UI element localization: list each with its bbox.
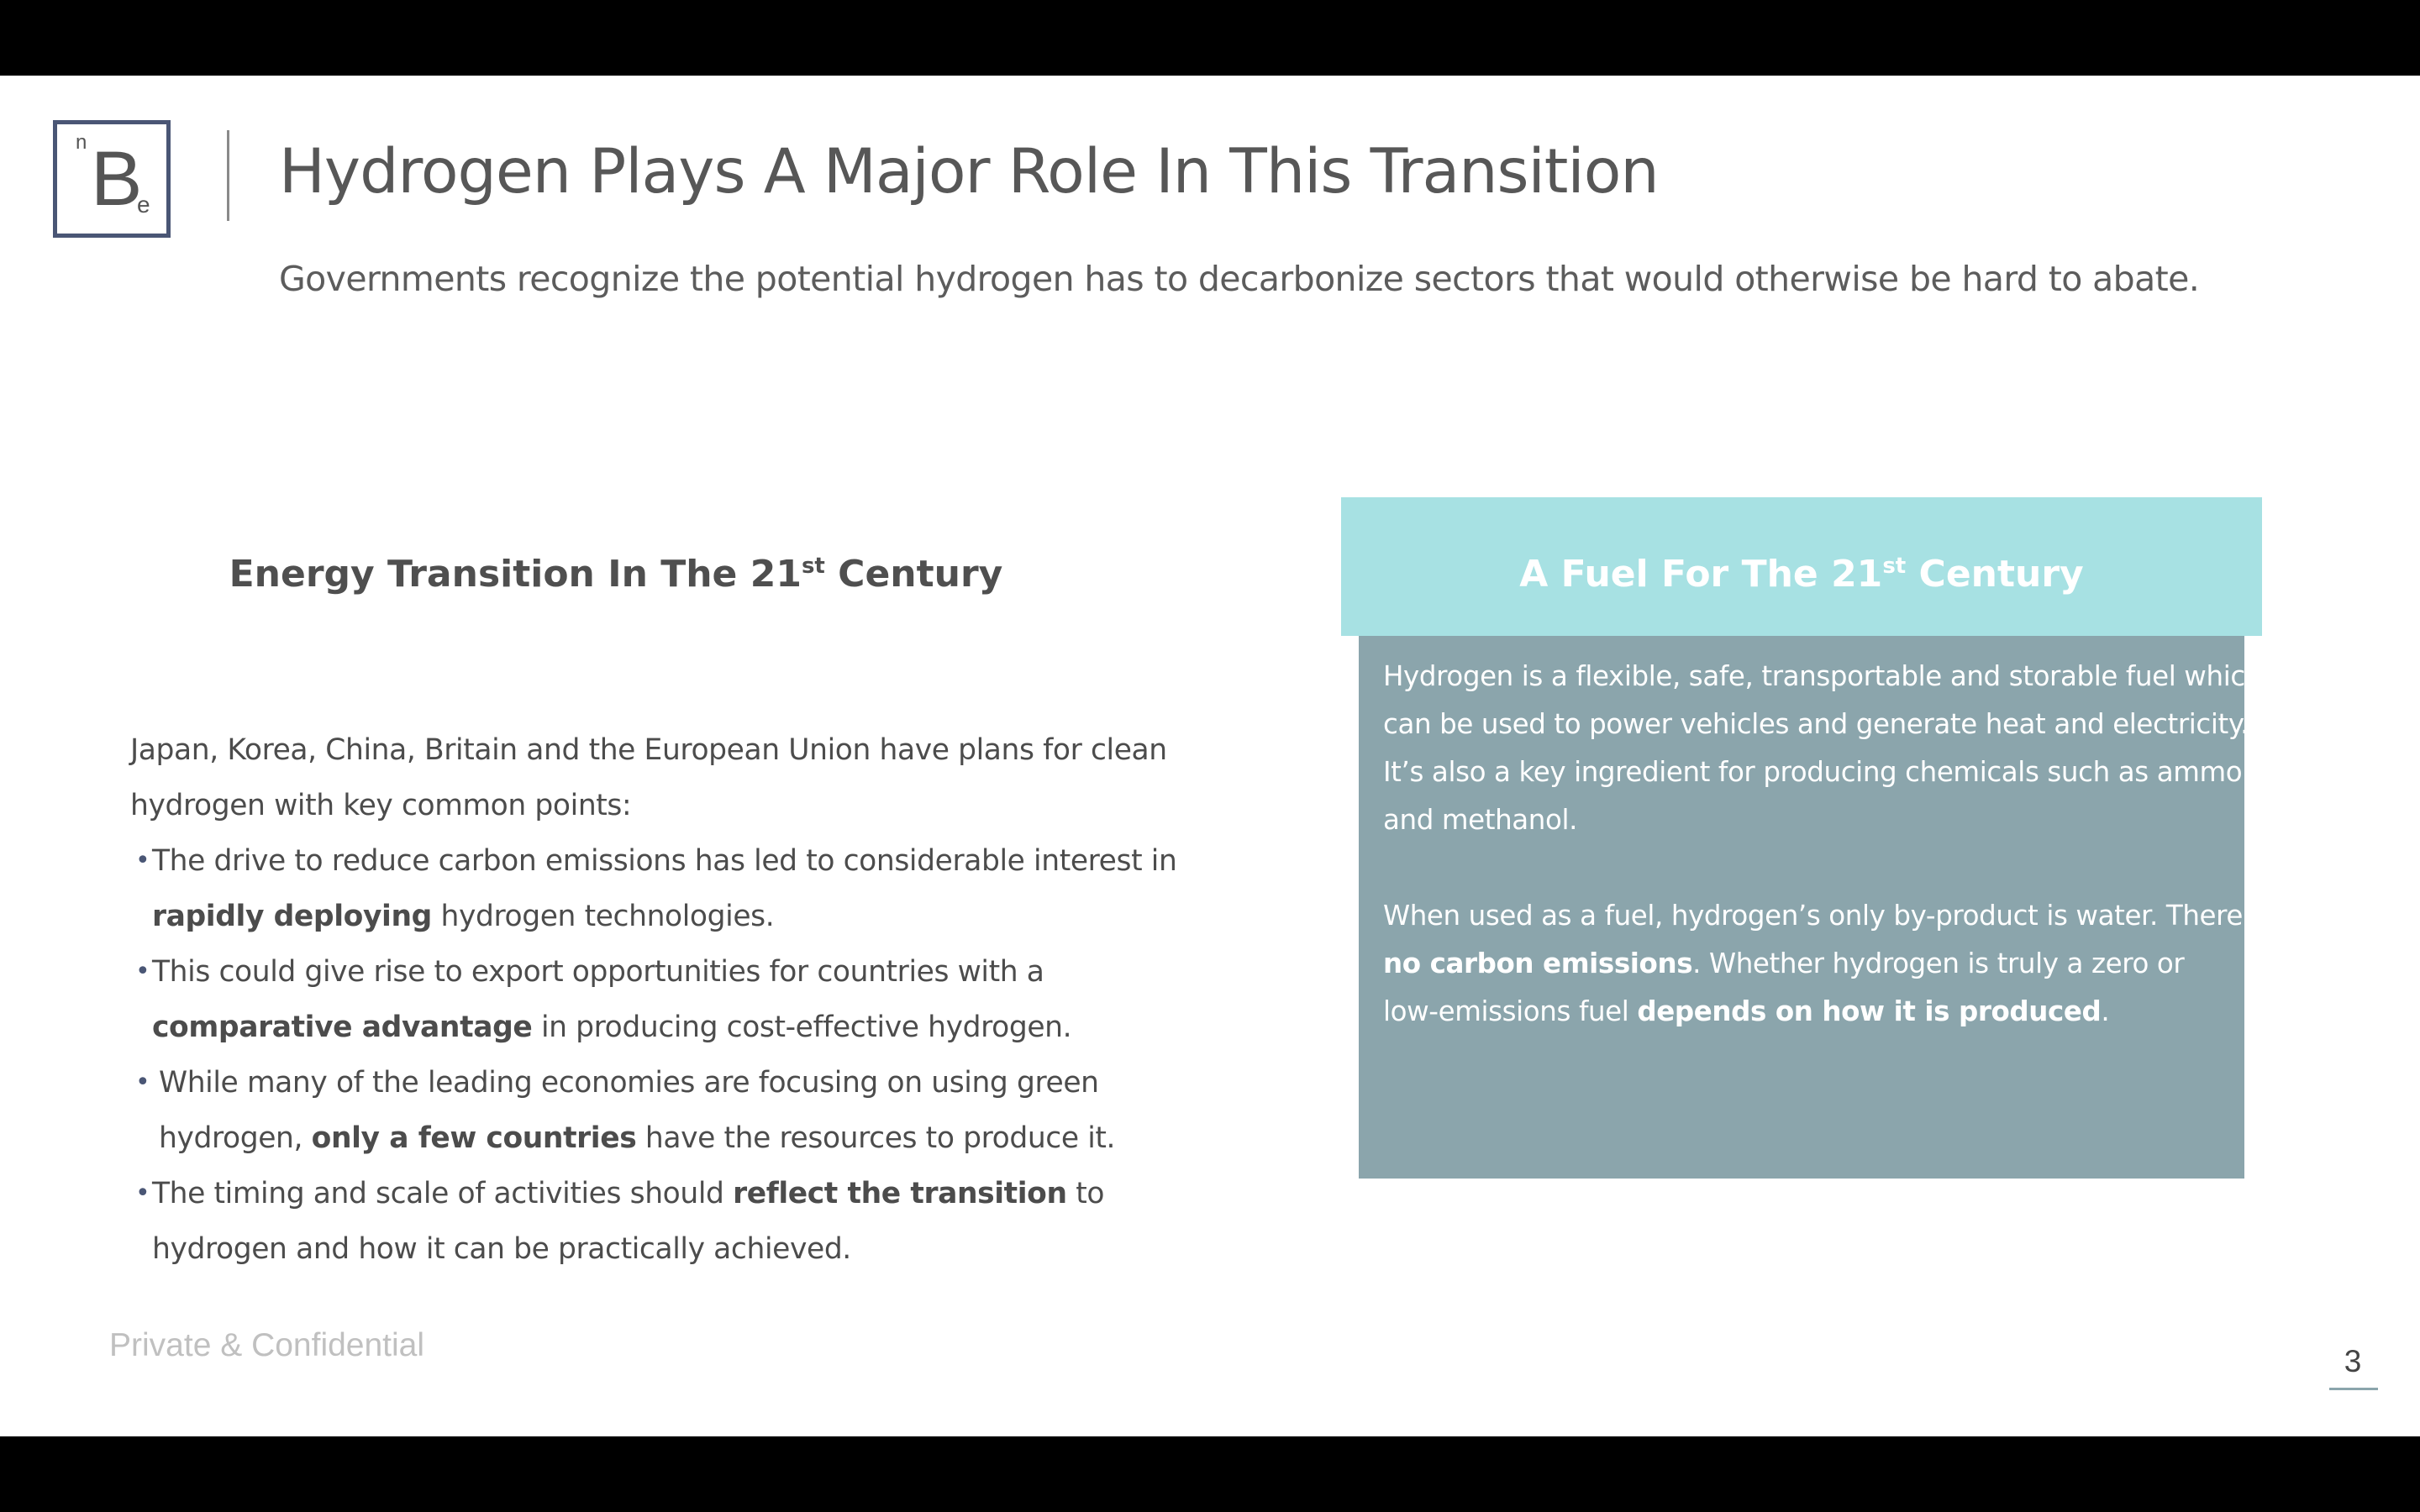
heading-superscript: st: [1882, 554, 1907, 579]
confidential-label: Private & Confidential: [109, 1327, 425, 1363]
bullet-text-rest: in producing cost-effective hydrogen.: [532, 1011, 1072, 1044]
bullet-text-line2: rapidly deploying hydrogen technologies.: [152, 889, 1147, 944]
bullet-item: • The drive to reduce carbon emissions h…: [130, 833, 1177, 944]
bullet-text-line2: comparative advantage in producing cost-…: [152, 1000, 1147, 1055]
intro-line: hydrogen with key common points:: [130, 789, 632, 822]
bullet-text: While many of the leading economies are …: [159, 1066, 1099, 1100]
fuel-line: It’s also a key ingredient for producing…: [1383, 756, 2283, 788]
fuel-line: and methanol.: [1383, 804, 1578, 836]
bullet-item: • While many of the leading economies ar…: [130, 1055, 1147, 1166]
fuel-text-pre: low-emissions fuel: [1383, 995, 1638, 1027]
bullet-item: • This could give rise to export opportu…: [130, 944, 1147, 1055]
company-logo: n B e: [53, 120, 171, 238]
bullet-dot: •: [135, 1068, 150, 1097]
heading-end: Century: [1906, 553, 2084, 596]
fuel-panel-text: Hydrogen is a flexible, safe, transporta…: [1383, 653, 2295, 1036]
energy-transition-heading: Energy Transition In The 21st Century: [126, 553, 1106, 596]
fuel-line: When used as a fuel, hydrogen’s only by-…: [1383, 900, 2295, 932]
heading-end: Century: [824, 553, 1003, 596]
fuel-line: low-emissions fuel depends on how it is …: [1383, 988, 2232, 1036]
fuel-emphasis: depends on how it is produced: [1637, 995, 2102, 1027]
slide-viewport: n B e Hydrogen Plays A Major Role In Thi…: [0, 0, 2420, 1512]
logo-subscript: e: [137, 192, 150, 218]
bullet-text: The drive to reduce carbon emissions has…: [152, 844, 1177, 878]
intro-line: Japan, Korea, China, Britain and the Eur…: [130, 733, 1167, 767]
bullet-text-pre: The timing and scale of activities shoul…: [152, 1177, 734, 1210]
fuel-panel-header: A Fuel For The 21st Century: [1341, 497, 2262, 636]
fuel-text-rest: .: [2101, 995, 2110, 1027]
page-number-underline: [2329, 1388, 2378, 1390]
bullet-emphasis: comparative advantage: [152, 1011, 533, 1044]
title-divider: [227, 130, 229, 221]
logo-letter: B: [91, 136, 143, 222]
heading-superscript: st: [801, 554, 825, 579]
heading-main: A Fuel For The 21: [1519, 553, 1883, 596]
bullet-text-line2: hydrogen, only a few countries have the …: [159, 1110, 1147, 1166]
bullet-emphasis: reflect the transition: [733, 1177, 1067, 1210]
bullet-dot: •: [135, 957, 150, 986]
bullet-text-rest: to: [1066, 1177, 1105, 1210]
bullet-text: This could give rise to export opportuni…: [152, 955, 1044, 989]
fuel-line: can be used to power vehicles and genera…: [1383, 708, 2249, 740]
page-subtitle: Governments recognize the potential hydr…: [279, 259, 2200, 299]
slide: n B e Hydrogen Plays A Major Role In Thi…: [0, 76, 2420, 1436]
bullet-item: • The timing and scale of activities sho…: [130, 1166, 1147, 1277]
fuel-text-rest: . Whether hydrogen is truly a zero or: [1692, 948, 2185, 979]
page-title: Hydrogen Plays A Major Role In This Tran…: [279, 136, 1660, 207]
bullet-dot: •: [135, 846, 150, 875]
bullet-dot: •: [135, 1179, 150, 1208]
bullet-text-pre: hydrogen,: [159, 1121, 312, 1155]
fuel-line: Hydrogen is a flexible, safe, transporta…: [1383, 660, 2262, 692]
bullet-text-line2: hydrogen and how it can be practically a…: [152, 1232, 851, 1266]
bullet-emphasis: rapidly deploying: [152, 900, 432, 933]
page-number: 3: [2344, 1344, 2362, 1378]
logo-superscript: n: [76, 131, 87, 154]
fuel-heading: A Fuel For The 21st Century: [1341, 553, 2262, 596]
bullet-text-rest: hydrogen technologies.: [431, 900, 775, 933]
bullet-emphasis: only a few countries: [311, 1121, 637, 1155]
fuel-line: no carbon emissions. Whether hydrogen is…: [1383, 940, 2232, 988]
fuel-panel-body: Hydrogen is a flexible, safe, transporta…: [1359, 636, 2295, 1179]
bullet-text-rest: have the resources to produce it.: [636, 1121, 1116, 1155]
energy-transition-body: Japan, Korea, China, Britain and the Eur…: [130, 722, 1177, 1277]
fuel-emphasis: no carbon emissions: [1383, 948, 1693, 979]
heading-main: Energy Transition In The 21: [229, 553, 802, 596]
